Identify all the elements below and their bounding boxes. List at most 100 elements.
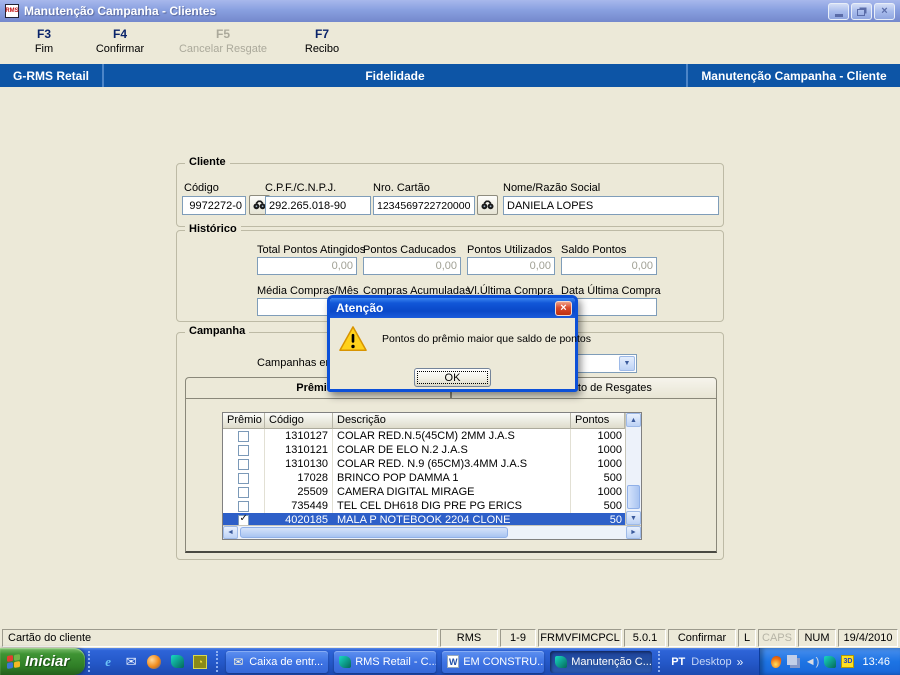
chevron-down-icon[interactable]: ▼: [619, 356, 635, 371]
scheduler-icon[interactable]: ◔: [193, 654, 208, 669]
historico-field-input: [363, 257, 461, 275]
premio-checkbox[interactable]: [238, 486, 249, 498]
toolbar-button[interactable]: F4 Confirmar: [76, 27, 164, 64]
table-row[interactable]: 17028 BRINCO POP DAMMA 1 500: [223, 471, 625, 485]
scroll-up-icon[interactable]: ▲: [626, 413, 641, 427]
toolbar-button[interactable]: F3 Fim: [12, 27, 76, 64]
volume-tray-icon[interactable]: ◄): [805, 655, 820, 668]
row-pontos: 50: [609, 514, 622, 525]
table-body: 1310127 COLAR RED.N.5(45CM) 2MM J.A.S 10…: [223, 429, 625, 525]
internet-explorer-icon[interactable]: e: [100, 654, 116, 670]
flame-tray-icon[interactable]: [770, 654, 782, 669]
row-descricao: COLAR RED.N.5(45CM) 2MM J.A.S: [333, 429, 571, 443]
toolbar-button-key: F7: [314, 27, 329, 41]
horizontal-scrollbar[interactable]: ◄ ►: [223, 525, 641, 539]
vertical-scrollbar[interactable]: ▲ ▼: [625, 413, 641, 525]
toolbar-button-label: Recibo: [304, 43, 340, 55]
toolbar-button-key: F3: [36, 27, 51, 41]
task-label: Caixa de entr...: [249, 655, 324, 668]
status-segment: FRMVFIMCPCL: [538, 629, 622, 647]
chevron-icon[interactable]: »: [737, 655, 744, 669]
cartao-label: Nro. Cartão: [373, 182, 430, 194]
table-row[interactable]: 735449 TEL CEL DH618 DIG PRE PG ERICS 50…: [223, 499, 625, 513]
premio-checkbox[interactable]: [238, 513, 249, 525]
toolbar-button-label: Cancelar Resgate: [178, 43, 268, 55]
header-band: G-RMS Retail Fidelidade Manutenção Campa…: [0, 64, 900, 87]
warning-icon: [338, 325, 368, 356]
col-premio: Prêmio: [223, 413, 265, 429]
premio-checkbox[interactable]: [238, 500, 249, 512]
taskbar: Iniciar e ✉ ◔ Caixa de entr... RMS Retai…: [0, 648, 900, 675]
premio-checkbox[interactable]: [238, 472, 249, 484]
task-icon: [339, 655, 352, 668]
row-codigo: 1310130: [265, 457, 333, 471]
campanha-tabpanel: Prêmios Cancelamento de Resgates Prêmio: [185, 377, 717, 553]
minimize-icon: [834, 13, 843, 17]
minimize-button[interactable]: [828, 2, 849, 20]
cpf-input[interactable]: [265, 196, 371, 215]
codigo-input[interactable]: [182, 196, 246, 215]
status-segment: 19/4/2010: [838, 629, 898, 647]
search-cartao-button[interactable]: [477, 195, 498, 215]
language-indicator[interactable]: PT: [665, 654, 691, 670]
task-button[interactable]: Caixa de entr...: [226, 650, 329, 673]
task-button[interactable]: EM CONSTRU...: [442, 650, 545, 673]
table-row[interactable]: 4020185 MALA P NOTEBOOK 2204 CLONE 50: [223, 513, 625, 525]
dialog-title: Atenção: [336, 301, 384, 315]
toolbar-button[interactable]: F7 Recibo: [282, 27, 362, 64]
historico-field-input: [257, 257, 357, 275]
col-pontos: Pontos: [571, 413, 625, 429]
vertical-scroll-thumb[interactable]: [627, 485, 640, 509]
media-player-icon[interactable]: [147, 654, 162, 669]
network-tray-icon[interactable]: [787, 655, 798, 665]
start-button[interactable]: Iniciar: [0, 648, 86, 675]
nome-input[interactable]: [503, 196, 719, 215]
rms-tray-icon[interactable]: [823, 655, 836, 668]
dialog-close-button[interactable]: ×: [555, 300, 572, 316]
nome-label: Nome/Razão Social: [503, 182, 601, 194]
taskbar-divider: [658, 651, 662, 672]
premio-checkbox[interactable]: [238, 458, 249, 470]
premios-tab-content: Prêmio Código Descrição Pontos 1310127 C…: [185, 398, 717, 553]
band-product-name: G-RMS Retail: [0, 64, 104, 87]
toolbar-button-label: Fim: [34, 43, 54, 55]
task-label: RMS Retail - C...: [355, 655, 437, 668]
historico-field: Saldo Pontos: [561, 244, 657, 275]
band-module-name: Fidelidade: [365, 68, 425, 83]
scroll-right-icon[interactable]: ►: [626, 526, 641, 539]
table-row[interactable]: 1310127 COLAR RED.N.5(45CM) 2MM J.A.S 10…: [223, 429, 625, 443]
rms-icon[interactable]: [170, 655, 184, 668]
premio-checkbox[interactable]: [238, 430, 249, 442]
system-tray: ◄) 3D 13:46: [759, 648, 900, 675]
mail-icon[interactable]: ✉: [123, 654, 139, 670]
quick-launch: e ✉ ◔: [95, 654, 213, 670]
row-pontos: 1000: [597, 458, 622, 470]
desktop-toolbar[interactable]: Desktop »: [691, 655, 743, 669]
toolbar-button[interactable]: F5 Cancelar Resgate: [164, 27, 282, 64]
scroll-down-icon[interactable]: ▼: [626, 511, 641, 525]
table-row[interactable]: 1310130 COLAR RED. N.9 (65CM)3.4MM J.A.S…: [223, 457, 625, 471]
col-descricao: Descrição: [333, 413, 571, 429]
3d-tray-icon[interactable]: 3D: [841, 655, 855, 668]
row-pontos: 1000: [597, 430, 622, 442]
scroll-left-icon[interactable]: ◄: [223, 526, 238, 539]
status-message: Cartão do cliente: [2, 629, 438, 647]
dialog-message: Pontos do prêmio maior que saldo de pont…: [382, 333, 591, 345]
ok-button[interactable]: OK: [414, 368, 491, 387]
task-button[interactable]: Manutenção C...: [550, 650, 653, 673]
table-row[interactable]: 25509 CAMERA DIGITAL MIRAGE 1000: [223, 485, 625, 499]
historico-field-label: Total Pontos Atingidos: [257, 244, 366, 256]
horizontal-scroll-thumb[interactable]: [240, 527, 508, 538]
start-label: Iniciar: [25, 653, 70, 670]
taskbar-divider: [216, 651, 220, 672]
tray-clock: 13:46: [862, 655, 890, 668]
restore-button[interactable]: [851, 2, 872, 20]
close-button[interactable]: ×: [874, 2, 895, 20]
premio-checkbox[interactable]: [238, 444, 249, 456]
cartao-input[interactable]: [373, 196, 475, 215]
task-buttons: Caixa de entr... RMS Retail - C... EM CO…: [223, 650, 655, 673]
task-button[interactable]: RMS Retail - C...: [334, 650, 437, 673]
campanha-group-title: Campanha: [185, 325, 250, 337]
status-segment: CAPS: [758, 629, 796, 647]
table-row[interactable]: 1310121 COLAR DE ELO N.2 J.A.S 1000: [223, 443, 625, 457]
